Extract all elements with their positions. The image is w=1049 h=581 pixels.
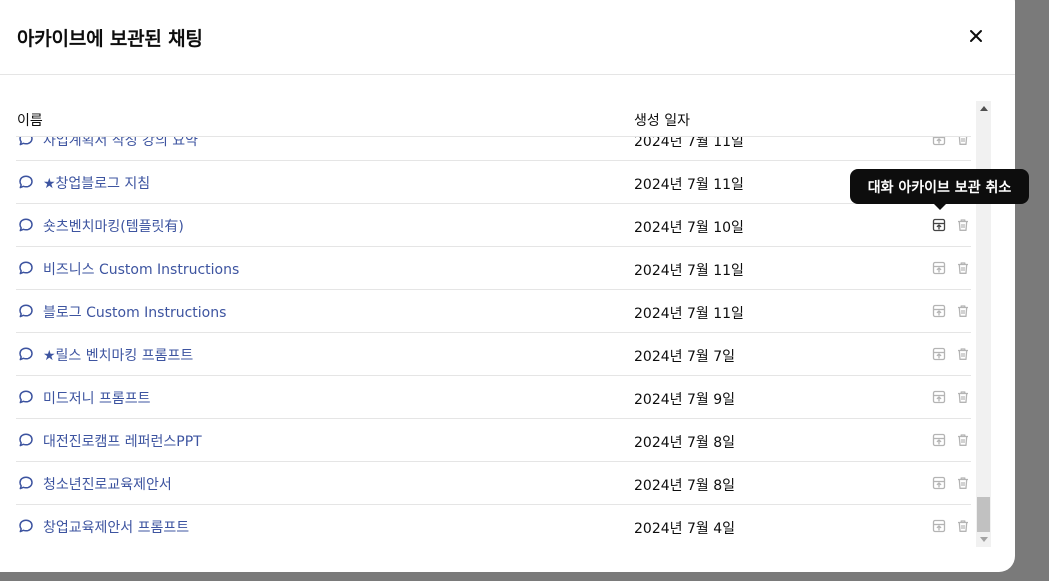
chat-bubble-icon bbox=[18, 432, 34, 448]
chat-title-link[interactable]: ★창업블로그 지침 bbox=[43, 173, 150, 193]
chat-bubble-icon bbox=[18, 475, 34, 491]
chat-created-date: 2024년 7월 9일 bbox=[634, 392, 735, 408]
table-row: 블로그 Custom Instructions 2024년 7월 11일 bbox=[16, 290, 971, 333]
trash-icon[interactable] bbox=[955, 432, 971, 448]
chat-bubble-icon bbox=[18, 389, 34, 405]
chat-title-link[interactable]: 청소년진로교육제안서 bbox=[43, 474, 172, 494]
chat-title-link[interactable]: 블로그 Custom Instructions bbox=[43, 302, 226, 322]
trash-icon[interactable] bbox=[955, 389, 971, 405]
chat-created-date: 2024년 7월 11일 bbox=[634, 306, 744, 322]
chat-bubble-icon bbox=[18, 174, 34, 190]
dialog-title: 아카이브에 보관된 채팅 bbox=[17, 28, 203, 50]
chat-title-link[interactable]: 창업교육제안서 프롬프트 bbox=[43, 517, 189, 537]
table-row: 청소년진로교육제안서 2024년 7월 8일 bbox=[16, 462, 971, 505]
tooltip-arrow bbox=[934, 204, 946, 210]
scrollbar[interactable] bbox=[976, 101, 991, 547]
chat-created-date: 2024년 7월 7일 bbox=[634, 349, 735, 365]
chat-created-date: 2024년 7월 11일 bbox=[634, 177, 744, 193]
unarchive-tooltip: 대화 아카이브 보관 취소 bbox=[850, 169, 1029, 204]
table-header: 이름 생성 일자 bbox=[16, 100, 971, 137]
chat-bubble-icon bbox=[18, 260, 34, 276]
trash-icon[interactable] bbox=[955, 346, 971, 362]
table-row: ★릴스 벤치마킹 프롬프트 2024년 7월 7일 bbox=[16, 333, 971, 376]
unarchive-icon[interactable] bbox=[931, 303, 947, 319]
unarchive-icon[interactable] bbox=[931, 432, 947, 448]
trash-icon[interactable] bbox=[955, 217, 971, 233]
chat-created-date: 2024년 7월 11일 bbox=[634, 263, 744, 279]
dialog-header: 아카이브에 보관된 채팅 bbox=[0, 0, 1015, 75]
chat-title-link[interactable]: 비즈니스 Custom Instructions bbox=[43, 259, 239, 279]
scroll-up-arrow-icon[interactable] bbox=[976, 101, 991, 116]
table-row: 숏츠벤치마킹(템플릿有) 2024년 7월 10일 bbox=[16, 204, 971, 247]
unarchive-icon[interactable] bbox=[931, 389, 947, 405]
unarchive-icon[interactable] bbox=[931, 518, 947, 534]
unarchive-icon[interactable] bbox=[931, 475, 947, 491]
table-row: 미드저니 프롬프트 2024년 7월 9일 bbox=[16, 376, 971, 419]
column-header-name: 이름 bbox=[17, 113, 43, 129]
chat-created-date: 2024년 7월 10일 bbox=[634, 220, 744, 236]
chat-bubble-icon bbox=[18, 217, 34, 233]
chat-bubble-icon bbox=[18, 303, 34, 319]
column-header-date: 생성 일자 bbox=[634, 113, 690, 129]
scrollbar-thumb[interactable] bbox=[977, 497, 990, 532]
unarchive-icon[interactable] bbox=[931, 217, 947, 233]
archived-chats-table: 이름 생성 일자 사업계획서 작성 강의 요약 2024년 7월 11일 ★창업블로… bbox=[16, 100, 976, 547]
chat-title-link[interactable]: ★릴스 벤치마킹 프롬프트 bbox=[43, 345, 193, 365]
chat-created-date: 2024년 7월 8일 bbox=[634, 435, 735, 451]
chat-title-link[interactable]: 숏츠벤치마킹(템플릿有) bbox=[43, 216, 184, 236]
table-body: 사업계획서 작성 강의 요약 2024년 7월 11일 ★창업블로그 지침 2024년… bbox=[16, 118, 971, 547]
trash-icon[interactable] bbox=[955, 303, 971, 319]
chat-title-link[interactable]: 대전진로캠프 레퍼런스PPT bbox=[43, 431, 202, 451]
trash-icon[interactable] bbox=[955, 260, 971, 276]
chat-created-date: 2024년 7월 4일 bbox=[634, 521, 735, 537]
chat-bubble-icon bbox=[18, 518, 34, 534]
chat-title-link[interactable]: 미드저니 프롬프트 bbox=[43, 388, 151, 408]
chat-created-date: 2024년 7월 8일 bbox=[634, 478, 735, 494]
close-button[interactable] bbox=[962, 22, 990, 50]
table-row: 창업교육제안서 프롬프트 2024년 7월 4일 bbox=[16, 505, 971, 547]
unarchive-icon[interactable] bbox=[931, 260, 947, 276]
trash-icon[interactable] bbox=[955, 475, 971, 491]
table-row: 비즈니스 Custom Instructions 2024년 7월 11일 bbox=[16, 247, 971, 290]
trash-icon[interactable] bbox=[955, 518, 971, 534]
table-row: 대전진로캠프 레퍼런스PPT 2024년 7월 8일 bbox=[16, 419, 971, 462]
chat-bubble-icon bbox=[18, 346, 34, 362]
scroll-down-arrow-icon[interactable] bbox=[976, 532, 991, 547]
unarchive-icon[interactable] bbox=[931, 346, 947, 362]
close-icon bbox=[970, 30, 982, 42]
table-row: ★창업블로그 지침 2024년 7월 11일 bbox=[16, 161, 971, 204]
